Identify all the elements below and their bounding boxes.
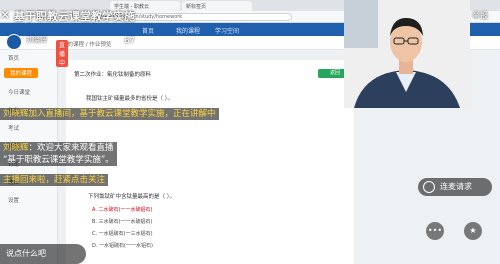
chat-user: 刘晓辉 <box>3 109 29 119</box>
chat-message: “基于职教云课堂教学实施”。 <box>0 154 117 166</box>
presenter-figure <box>354 18 460 108</box>
chat-text: 主播回来啦，赶紧点击关注 <box>3 175 106 185</box>
chat-text: ：欢迎大家来观看直播 <box>28 143 114 153</box>
anchor-name: 刘晓辉 <box>26 36 47 44</box>
gift-icon[interactable]: ★ <box>464 222 482 240</box>
chat-text: 加入直播间，基于教云课堂教学实施，正在讲解中 <box>28 109 216 119</box>
question-2: 下列氯钛矿中含钛量最高的是（ ）。 <box>88 194 175 200</box>
live-badge: 直播中 <box>56 40 69 67</box>
homework-title: 第二次作业：氧化钛制备的原料 <box>74 72 152 78</box>
sidebar-item[interactable]: 今日课堂 <box>8 88 30 96</box>
close-icon[interactable]: ✕ <box>0 8 10 22</box>
breadcrumb: 我的课程 / 作业预览 <box>62 42 112 48</box>
nav-item-courses[interactable]: 我的课程 <box>176 26 200 35</box>
connect-label: 连麦请求 <box>440 182 472 191</box>
sidebar-item[interactable]: 考试 <box>8 124 19 132</box>
chat-message: 刘晓辉加入直播间，基于教云课堂教学实施，正在讲解中 <box>0 108 219 120</box>
viewer-icon <box>114 36 122 44</box>
report-button[interactable]: 举报 <box>472 10 488 21</box>
chat-message: 主播回来啦，赶紧点击关注 <box>0 174 109 186</box>
chat-user: 刘晓辉 <box>3 143 29 153</box>
option-d[interactable]: D. 一水铝硫石(一一水铝石) <box>92 242 153 249</box>
viewer-count-value: 67 <box>124 36 135 45</box>
comment-input[interactable]: 说点什么吧 <box>0 244 86 264</box>
stream-title: 基于职教云课堂教学实施 <box>14 10 135 23</box>
nav-item-study[interactable]: 学习空间 <box>215 26 239 35</box>
sidebar-item[interactable]: 设置 <box>8 196 19 204</box>
option-b[interactable]: B. 三水硫石(一一水硫铝石) <box>92 218 153 225</box>
chat-text: “基于职教云课堂教学实施”。 <box>3 155 114 165</box>
sidebar-item[interactable]: 首页 <box>8 54 19 62</box>
viewer-count: 67 <box>114 36 135 45</box>
option-a[interactable]: A. 二水硫石(一一水硫铝石) <box>92 206 152 213</box>
shared-screen: 学生端 - 职教云 新标签页 zjy2.icve.com.cn/study/ho… <box>0 0 500 264</box>
connect-request-button[interactable]: 连麦请求 <box>418 178 492 196</box>
question-1: 我国钛主矿储量最多的省份是（ ）。 <box>86 96 173 102</box>
webcam-feed <box>344 0 470 108</box>
browser-tab[interactable]: 新标签页 <box>182 1 252 11</box>
link-icon <box>423 181 435 193</box>
sidebar-item-active[interactable]: 我的课程 <box>4 68 39 78</box>
more-icon[interactable]: ••• <box>426 222 444 240</box>
chat-message: 刘晓辉：欢迎大家来观看直播 <box>0 142 117 154</box>
option-c[interactable]: C. 一水铝硫石(一三水铝石) <box>92 230 153 237</box>
nav-item-home[interactable]: 首页 <box>142 26 154 35</box>
avatar[interactable] <box>6 34 22 50</box>
